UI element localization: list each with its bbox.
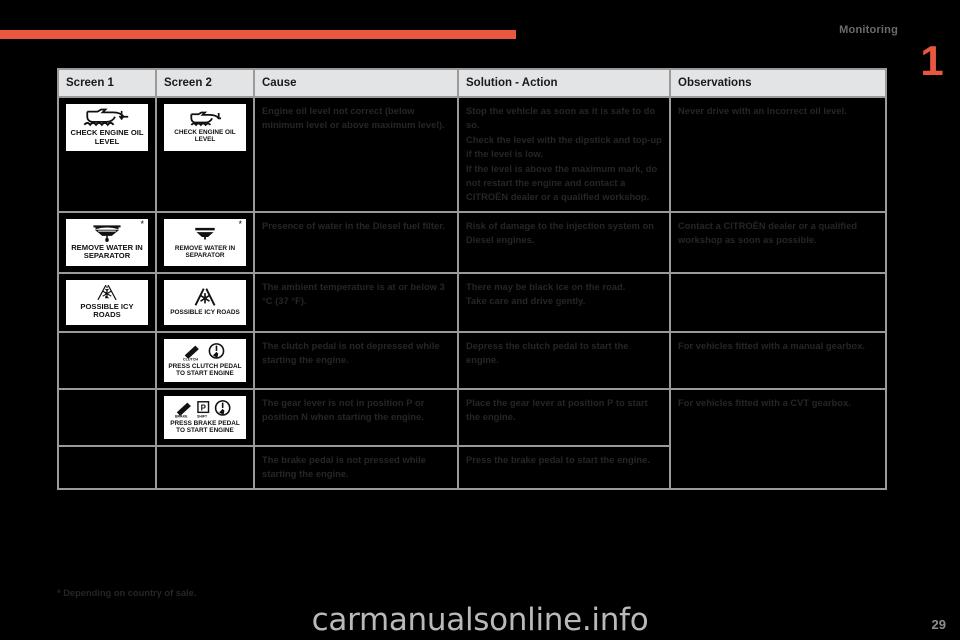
cause-cell: Presence of water in the Diesel fuel fil… bbox=[253, 210, 459, 274]
screen2-cell: BRAKE P SHIFT PRESS BRAKE PEDAL TO START… bbox=[155, 387, 255, 447]
table-row: CLUTCH PRESS CLUTCH PEDAL TO START ENGIN… bbox=[57, 330, 887, 390]
engine-oil-level-icon-tile-small: CHECK ENGINE OIL LEVEL bbox=[164, 104, 246, 151]
screen2-cell: * REMOVE WATER IN SEPARATOR bbox=[155, 210, 255, 274]
footnote-asterisk: * bbox=[238, 218, 242, 229]
water-in-separator-icon-tile-small: * REMOVE WATER IN SEPARATOR bbox=[164, 218, 246, 266]
table-header-row: Screen 1 Screen 2 Cause Solution - Actio… bbox=[57, 68, 887, 98]
screen2-cell-empty bbox=[155, 444, 255, 490]
icy-roads-caption: POSSIBLE ICY ROADS bbox=[80, 301, 134, 320]
engine-oil-level-icon bbox=[83, 108, 129, 127]
chapter-number: 1 bbox=[920, 37, 944, 84]
icy-roads-icon-tile-small: POSSIBLE ICY ROADS bbox=[164, 279, 246, 325]
cause-cell: The clutch pedal is not depressed while … bbox=[253, 330, 459, 390]
footnote-asterisk: * bbox=[140, 218, 144, 229]
svg-text:BRAKE: BRAKE bbox=[175, 415, 188, 418]
water-in-separator-icon-tile: * REMOVE WATER IN SEPARATOR bbox=[66, 218, 148, 266]
site-watermark: carmanualsonline.info bbox=[311, 602, 649, 638]
svg-text:SHIFT: SHIFT bbox=[197, 415, 208, 418]
press-brake-pedal-icon-tile: BRAKE P SHIFT PRESS BRAKE PEDAL TO START… bbox=[164, 395, 246, 439]
cause-cell: The brake pedal is not pressed while sta… bbox=[253, 444, 459, 490]
cause-cell: The ambient temperature is at or below 3… bbox=[253, 271, 459, 333]
screen1-cell-empty bbox=[57, 330, 157, 390]
water-in-separator-caption: REMOVE WATER IN SEPARATOR bbox=[71, 242, 143, 261]
engine-oil-level-icon bbox=[190, 111, 222, 127]
screen2-cell: CHECK ENGINE OIL LEVEL bbox=[155, 96, 255, 213]
screen2-cell: CLUTCH PRESS CLUTCH PEDAL TO START ENGIN… bbox=[155, 330, 255, 390]
column-header-cause: Cause bbox=[253, 68, 459, 98]
observations-cell bbox=[669, 271, 887, 333]
pedal-glyph: CLUTCH bbox=[183, 345, 199, 361]
chapter-number-tab: 1 bbox=[916, 38, 948, 84]
solution-cell: There may be black ice on the road. Take … bbox=[457, 271, 671, 333]
column-header-solution: Solution - Action bbox=[457, 68, 671, 98]
cause-cell: Engine oil level not correct (below mini… bbox=[253, 96, 459, 213]
screen1-cell: CHECK ENGINE OIL LEVEL bbox=[57, 96, 157, 213]
solution-cell: Stop the vehicle as soon as it is safe t… bbox=[457, 96, 671, 213]
observations-cell: Never drive with an incorrect oil level. bbox=[669, 96, 887, 213]
observations-cell: For vehicles fitted with a CVT gearbox. bbox=[669, 387, 887, 490]
footnote: * Depending on country of sale. bbox=[57, 588, 197, 598]
column-header-observations: Observations bbox=[669, 68, 887, 98]
observations-cell: For vehicles fitted with a manual gearbo… bbox=[669, 330, 887, 390]
observations-cell: Contact a CITROËN dealer or a qualified … bbox=[669, 210, 887, 274]
solution-cell: Depress the clutch pedal to start the en… bbox=[457, 330, 671, 390]
column-header-screen2: Screen 2 bbox=[155, 68, 255, 98]
svg-text:CLUTCH: CLUTCH bbox=[183, 358, 198, 361]
press-clutch-pedal-icon: CLUTCH bbox=[183, 342, 225, 361]
column-header-screen1: Screen 1 bbox=[57, 68, 157, 98]
table-row: POSSIBLE ICY ROADS POSSIBLE ICY ROADS Th… bbox=[57, 271, 887, 333]
engine-oil-level-caption: CHECK ENGINE OIL LEVEL bbox=[70, 128, 144, 146]
icy-roads-icon bbox=[97, 284, 117, 301]
table-row: BRAKE P SHIFT PRESS BRAKE PEDAL TO START… bbox=[57, 387, 887, 490]
chapter-label: Monitoring bbox=[839, 24, 898, 36]
cause-cell: The gear lever is not in position P or p… bbox=[253, 387, 459, 447]
table-row: * REMOVE WATER IN SEPARATOR * REMOVE WAT… bbox=[57, 210, 887, 274]
start-button-glyph bbox=[208, 342, 225, 359]
icy-roads-icon-tile: POSSIBLE ICY ROADS bbox=[66, 279, 148, 325]
top-accent-rule bbox=[0, 30, 516, 39]
screen1-cell: * REMOVE WATER IN SEPARATOR bbox=[57, 210, 157, 274]
table-row: CHECK ENGINE OIL LEVEL CHECK ENGINE OIL … bbox=[57, 96, 887, 213]
warning-messages-table-wrapper: Screen 1 Screen 2 Cause Solution - Actio… bbox=[57, 68, 887, 490]
icy-roads-caption-small: POSSIBLE ICY ROADS bbox=[170, 309, 240, 317]
solution-cell: Place the gear lever at position P to st… bbox=[457, 387, 671, 447]
page-number: 29 bbox=[931, 617, 946, 632]
icy-roads-icon bbox=[194, 288, 216, 306]
brake-pedal-glyph: BRAKE bbox=[175, 402, 191, 418]
screen1-cell: POSSIBLE ICY ROADS bbox=[57, 271, 157, 333]
press-clutch-pedal-icon-tile: CLUTCH PRESS CLUTCH PEDAL TO START ENGIN… bbox=[164, 338, 246, 382]
warning-messages-table: Screen 1 Screen 2 Cause Solution - Actio… bbox=[57, 68, 887, 490]
engine-oil-level-caption-small: CHECK ENGINE OIL LEVEL bbox=[174, 128, 236, 143]
screen1-cell-empty bbox=[57, 387, 157, 447]
water-in-separator-icon bbox=[93, 225, 121, 242]
solution-cell: Press the brake pedal to start the engin… bbox=[457, 444, 671, 490]
park-shift-glyph: P SHIFT bbox=[197, 400, 210, 418]
solution-cell: Risk of damage to the injection system o… bbox=[457, 210, 671, 274]
press-clutch-pedal-caption: PRESS CLUTCH PEDAL TO START ENGINE bbox=[168, 362, 242, 377]
press-brake-pedal-caption: PRESS BRAKE PEDAL TO START ENGINE bbox=[170, 419, 240, 434]
engine-oil-level-icon-tile: CHECK ENGINE OIL LEVEL bbox=[66, 104, 148, 151]
press-brake-pedal-icon: BRAKE P SHIFT bbox=[175, 399, 231, 418]
screen1-cell-empty bbox=[57, 444, 157, 490]
start-button-glyph bbox=[214, 399, 231, 416]
svg-text:P: P bbox=[201, 403, 207, 412]
water-in-separator-caption-small: REMOVE WATER IN SEPARATOR bbox=[174, 244, 236, 259]
manual-page: Monitoring 1 Screen 1 Screen 2 Cause Sol… bbox=[0, 0, 960, 640]
water-in-separator-icon bbox=[195, 227, 215, 240]
screen2-cell: POSSIBLE ICY ROADS bbox=[155, 271, 255, 333]
